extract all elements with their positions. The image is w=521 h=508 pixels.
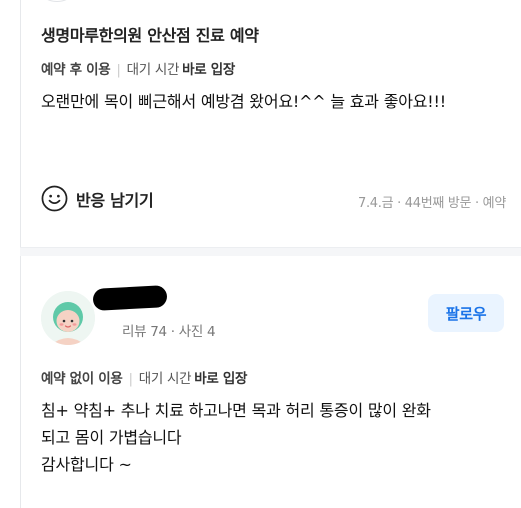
- section-divider: [20, 247, 521, 256]
- place-name[interactable]: 생명마루한의원 안산점 진료 예약: [41, 22, 511, 46]
- review-footer: 반응 남기기 7.4.금 · 44번째 방문 · 예약: [41, 185, 506, 217]
- wait-label: 대기 시간: [126, 62, 180, 78]
- wait-label: 대기 시간: [138, 371, 192, 387]
- review-text[interactable]: 오랜만에 목이 삐근해서 예방겸 왔어요!^^ 늘 효과 좋아요!!!: [41, 88, 481, 115]
- follow-button[interactable]: 팔로우: [428, 294, 504, 332]
- leave-reaction-button[interactable]: 반응 남기기: [41, 185, 154, 212]
- visit-meta: 예약 없이 이용 | 대기 시간 바로 입장: [41, 367, 511, 387]
- review-card-1: 생명마루한의원 안산점 진료 예약 예약 후 이용 | 대기 시간 바로 입장 오랜만…: [41, 22, 511, 115]
- visit-meta: 예약 후 이용 | 대기 시간 바로 입장: [41, 58, 511, 78]
- user-avatar-image: [41, 291, 95, 345]
- reservation-type: 예약 후 이용: [41, 62, 111, 78]
- review-text-line: 침+ 약침+ 추나 치료 하고나면 목과 허리 통증이 많이 완화: [41, 401, 431, 420]
- user-avatar[interactable]: [41, 291, 95, 345]
- visit-info: 7.4.금 · 44번째 방문 · 예약: [358, 196, 506, 211]
- meta-separator: |: [116, 62, 121, 78]
- review-text-line: 되고 몸이 가볍습니다: [41, 428, 182, 447]
- reservation-type: 예약 없이 이용: [41, 371, 123, 387]
- redacted-username: [92, 285, 168, 311]
- review-text-line: 감사합니다 ~: [41, 455, 132, 474]
- review-text[interactable]: 침+ 약침+ 추나 치료 하고나면 목과 허리 통증이 많이 완화 되고 몸이 …: [41, 397, 511, 478]
- reaction-label: 반응 남기기: [76, 190, 154, 210]
- user-stats: 리뷰 74 · 사진 4: [122, 324, 216, 340]
- meta-separator: |: [128, 371, 134, 387]
- previous-avatar-edge: [34, 0, 80, 2]
- wait-value: 바로 입장: [182, 62, 236, 78]
- smile-icon: [41, 185, 68, 212]
- review-card-2: 예약 없이 이용 | 대기 시간 바로 입장 침+ 약침+ 추나 치료 하고나면 목과…: [41, 367, 511, 478]
- wait-value: 바로 입장: [194, 371, 248, 387]
